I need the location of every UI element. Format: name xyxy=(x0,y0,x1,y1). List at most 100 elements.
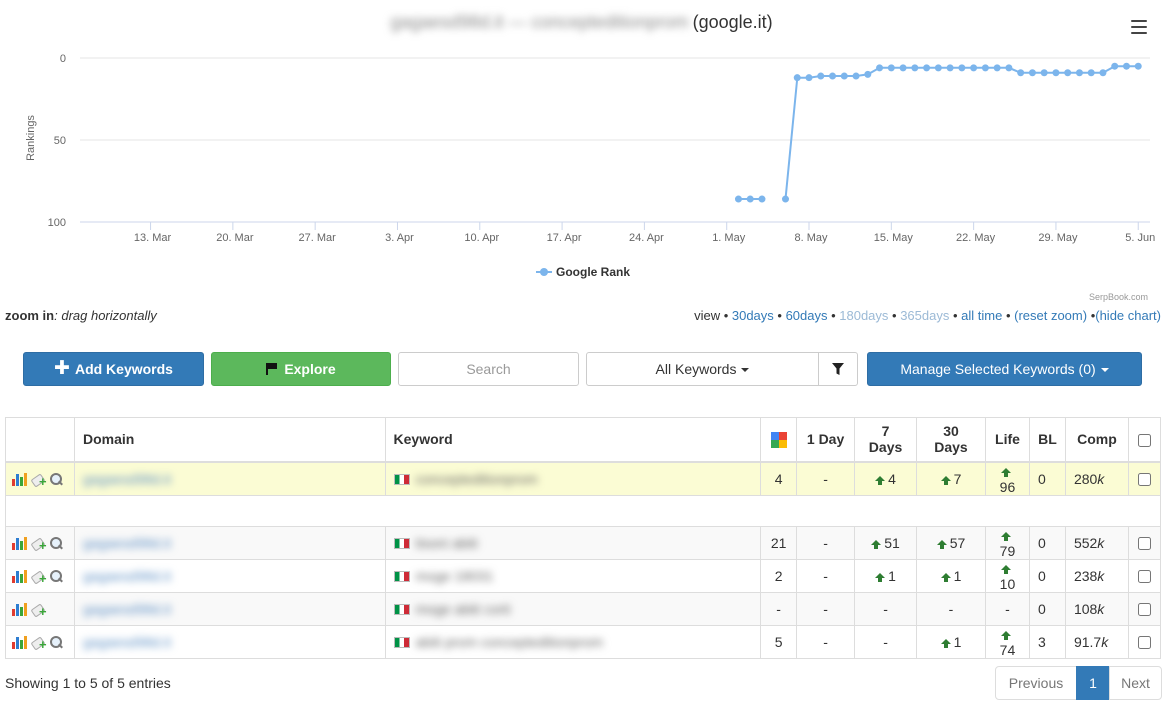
italy-flag-icon xyxy=(393,538,410,550)
row-checkbox[interactable] xyxy=(1137,603,1151,617)
chart-credits[interactable]: SerpBook.com xyxy=(1089,292,1148,302)
up-arrow-icon xyxy=(1000,631,1011,641)
row-checkbox[interactable] xyxy=(1137,636,1151,650)
tag-add-icon[interactable] xyxy=(30,635,47,651)
keyword-cell: abiti prom concepteditionprom xyxy=(384,624,762,659)
row-checkbox[interactable] xyxy=(1137,537,1151,551)
one-day-header[interactable]: 1 Day xyxy=(796,417,856,463)
filter-button[interactable] xyxy=(818,352,858,386)
magnifier-icon[interactable] xyxy=(49,569,64,584)
table-row[interactable]: gagaesd98d.itconcepteditionprom4-4796028… xyxy=(5,461,1162,496)
seven-days-cell: - xyxy=(854,591,918,626)
view-365days-link[interactable]: 365days xyxy=(900,308,949,323)
bar-chart-icon[interactable] xyxy=(12,635,28,650)
thirty-days-cell: 57 xyxy=(916,525,986,560)
data-point xyxy=(887,64,895,72)
bar-chart-icon[interactable] xyxy=(12,536,28,551)
next-page-button[interactable]: Next xyxy=(1109,666,1162,700)
zoom-hint-label: zoom in xyxy=(5,308,55,323)
tag-add-icon[interactable] xyxy=(30,602,47,618)
data-point xyxy=(981,64,989,72)
data-point xyxy=(829,72,837,80)
row-actions xyxy=(5,591,75,626)
domain-cell[interactable]: gagaesd98d.it xyxy=(74,558,386,593)
magnifier-icon[interactable] xyxy=(49,635,64,650)
domain-cell[interactable]: gagaesd98d.it xyxy=(74,525,386,560)
tag-add-icon[interactable] xyxy=(30,569,47,585)
keyword-text: moge 18031 xyxy=(415,567,494,584)
domain-link[interactable]: gagaesd98d.it xyxy=(83,535,171,551)
domain-header[interactable]: Domain xyxy=(74,417,386,463)
keyword-header[interactable]: Keyword xyxy=(384,417,762,463)
domain-cell[interactable]: gagaesd98d.it xyxy=(74,461,386,496)
data-point xyxy=(734,195,742,203)
rank-chart-svg[interactable]: 0 50 100 Rankings 13. Mar 20. Mar 27. Mar 3. Ap… xyxy=(0,0,1163,306)
hamburger-menu-icon[interactable] xyxy=(1131,20,1147,34)
select-all-checkbox[interactable] xyxy=(1137,434,1151,448)
add-keywords-button[interactable]: ✚ Add Keywords xyxy=(23,352,204,386)
magnifier-icon[interactable] xyxy=(49,472,64,487)
explore-label: Explore xyxy=(284,361,336,377)
bar-chart-icon[interactable] xyxy=(12,602,28,617)
data-point xyxy=(793,74,801,82)
keyword-group-select[interactable]: All Keywords xyxy=(586,352,819,386)
backlinks-header[interactable]: BL xyxy=(1028,417,1066,463)
life-cell: - xyxy=(984,591,1030,626)
view-30days-link[interactable]: 30days xyxy=(732,308,774,323)
chart-title-engine: (google.it) xyxy=(692,12,773,32)
domain-link[interactable]: gagaesd98d.it xyxy=(83,601,171,617)
life-header[interactable]: Life xyxy=(984,417,1030,463)
domain-cell[interactable]: gagaesd98d.it xyxy=(74,591,386,626)
data-point xyxy=(1052,69,1060,77)
life-cell: 74 xyxy=(984,624,1030,659)
page-1-button[interactable]: 1 xyxy=(1076,666,1110,700)
thirty-days-header[interactable]: 30 Days xyxy=(916,417,986,463)
tag-add-icon[interactable] xyxy=(30,472,47,488)
chart-legend-item[interactable]: Google Rank xyxy=(536,265,630,279)
data-point xyxy=(746,195,754,203)
view-180days-link[interactable]: 180days xyxy=(839,308,888,323)
manage-selected-keywords-button[interactable]: Manage Selected Keywords (0) xyxy=(867,352,1142,386)
row-checkbox[interactable] xyxy=(1137,570,1151,584)
previous-page-button[interactable]: Previous xyxy=(995,666,1077,700)
table-row[interactable]: gagaesd98d.itmoge 180312-11100238k xyxy=(5,558,1162,593)
magnifier-icon[interactable] xyxy=(49,536,64,551)
domain-link[interactable]: gagaesd98d.it xyxy=(83,634,171,650)
up-arrow-icon xyxy=(940,639,951,649)
google-rank-header[interactable] xyxy=(760,417,798,463)
domain-cell[interactable]: gagaesd98d.it xyxy=(74,624,386,659)
tag-add-icon[interactable] xyxy=(30,536,47,552)
view-60days-link[interactable]: 60days xyxy=(786,308,828,323)
row-checkbox[interactable] xyxy=(1137,473,1151,487)
one-day-cell: - xyxy=(796,591,856,626)
hide-chart-link[interactable]: (hide chart) xyxy=(1095,308,1161,323)
competition-cell: 91.7k xyxy=(1064,624,1129,659)
domain-link[interactable]: gagaesd98d.it xyxy=(83,471,171,487)
row-actions xyxy=(5,558,75,593)
competition-header[interactable]: Comp xyxy=(1064,417,1129,463)
domain-link[interactable]: gagaesd98d.it xyxy=(83,568,171,584)
italy-flag-icon xyxy=(393,571,410,583)
data-point xyxy=(864,70,872,78)
bar-chart-icon[interactable] xyxy=(12,569,28,584)
rank-chart[interactable]: 0 50 100 Rankings 13. Mar 20. Mar 27. Mar 3. Ap… xyxy=(0,0,1163,306)
view-all-time-link[interactable]: all time xyxy=(961,308,1002,323)
data-point xyxy=(946,64,954,72)
view-prefix: view • xyxy=(694,308,732,323)
chevron-down-icon xyxy=(1100,368,1109,372)
table-row[interactable]: gagaesd98d.it abiti prom concepteditionpr… xyxy=(5,624,1162,659)
row-select-cell xyxy=(1127,461,1162,496)
thirty-days-cell: 1 xyxy=(916,558,986,593)
seven-days-header[interactable]: 7 Days xyxy=(854,417,918,463)
search-input[interactable] xyxy=(398,352,579,386)
life-cell: 79 xyxy=(984,525,1030,560)
explore-button[interactable]: Explore xyxy=(211,352,391,386)
data-point xyxy=(840,72,848,80)
table-row[interactable]: gagaesd98d.it tisoni abiti 21-5157790552k xyxy=(5,525,1162,560)
bar-chart-icon[interactable] xyxy=(12,472,28,487)
select-all-header xyxy=(1127,417,1162,463)
reset-zoom-link[interactable]: (reset zoom) xyxy=(1014,308,1087,323)
table-row[interactable]: gagaesd98d.itmoge abiti corti-----0108k xyxy=(5,591,1162,626)
data-point xyxy=(993,64,1001,72)
up-arrow-icon xyxy=(936,540,947,550)
